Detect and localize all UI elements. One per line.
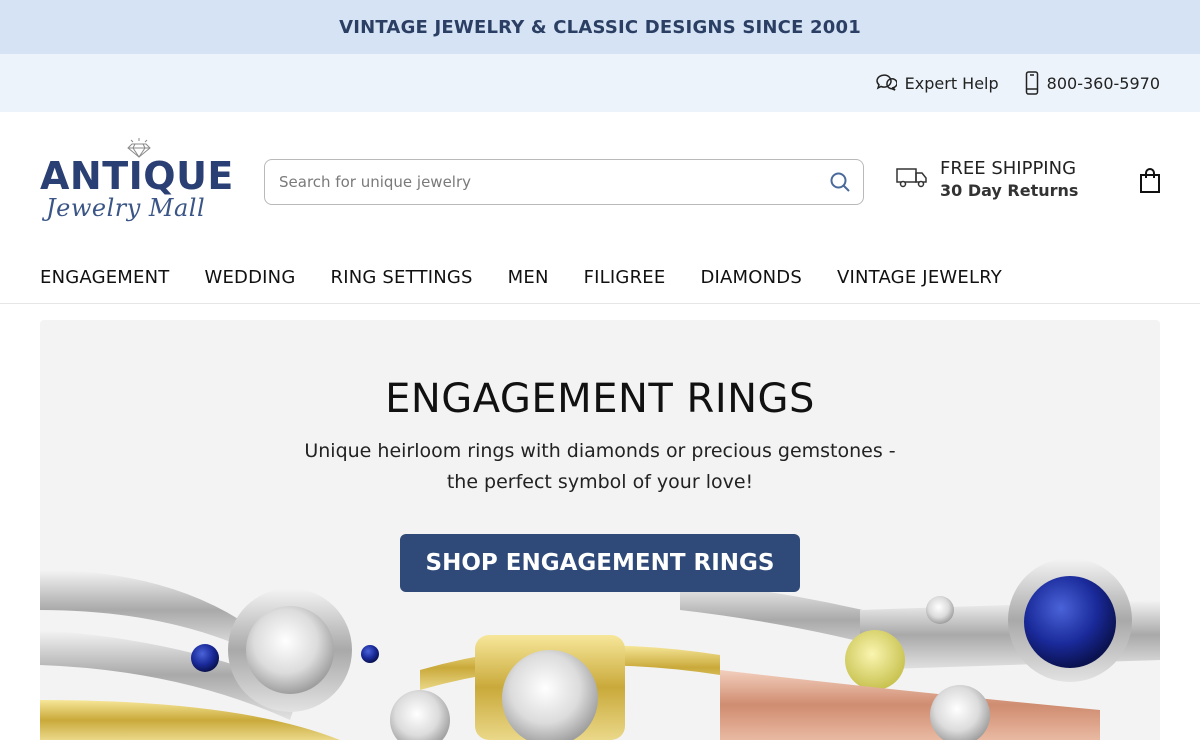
hero-banner: ENGAGEMENT RINGS Unique heirloom rings w… [40,320,1160,740]
chat-bubbles-icon [875,72,897,94]
shipping-line-1: FREE SHIPPING [940,158,1077,179]
site-logo[interactable]: ANTIQUE Jewelry Mall [40,138,242,228]
main-navigation: ENGAGEMENT WEDDING RING SETTINGS MEN FIL… [0,252,1200,304]
shopping-bag-icon[interactable] [1138,168,1162,198]
nav-item-diamonds[interactable]: DIAMONDS [700,267,802,288]
nav-item-wedding[interactable]: WEDDING [204,267,295,288]
shipping-info: FREE SHIPPING 30 Day Returns [896,158,1078,200]
search-icon[interactable] [829,171,851,193]
nav-item-men[interactable]: MEN [508,267,549,288]
truck-icon [896,165,928,193]
expert-help-link[interactable]: Expert Help [875,72,999,94]
phone-icon [1025,71,1039,95]
nav-item-engagement[interactable]: ENGAGEMENT [40,267,169,288]
nav-item-vintage-jewelry[interactable]: VINTAGE JEWELRY [837,267,1002,288]
expert-help-label: Expert Help [904,73,999,93]
utility-bar: Expert Help 800-360-5970 [0,54,1200,112]
nav-item-filigree[interactable]: FILIGREE [584,267,666,288]
shipping-line-2: 30 Day Returns [940,181,1079,200]
promo-banner: VINTAGE JEWELRY & CLASSIC DESIGNS SINCE … [0,0,1200,54]
phone-number: 800-360-5970 [1046,73,1160,93]
logo-wordmark: ANTIQUE [40,154,234,198]
search-box [264,159,864,205]
search-input[interactable] [279,173,829,191]
hero-subtitle: Unique heirloom rings with diamonds or p… [304,440,896,493]
nav-item-ring-settings[interactable]: RING SETTINGS [330,267,472,288]
shop-engagement-rings-button[interactable]: SHOP ENGAGEMENT RINGS [400,534,800,592]
logo-script: Jewelry Mall [46,194,206,222]
promo-text: VINTAGE JEWELRY & CLASSIC DESIGNS SINCE … [339,16,861,38]
phone-link[interactable]: 800-360-5970 [1025,71,1160,95]
site-header: ANTIQUE Jewelry Mall FREE SHIPPING 30 Da… [0,112,1200,252]
hero-title: ENGAGEMENT RINGS [385,376,815,422]
